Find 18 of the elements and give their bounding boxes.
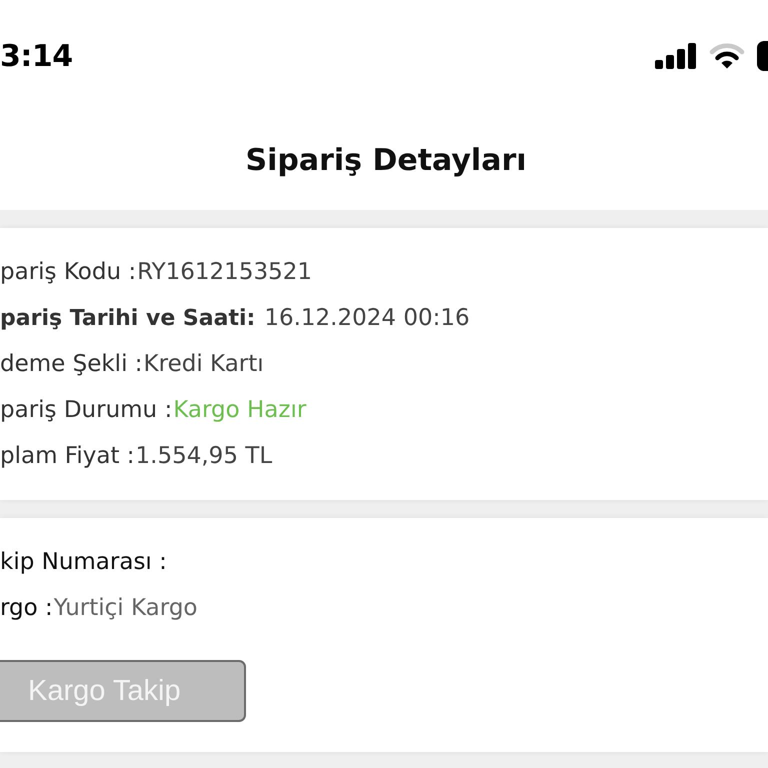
status-time: 3:14: [0, 38, 73, 74]
battery-icon: [757, 41, 768, 71]
wifi-icon: [709, 43, 745, 69]
field-label: plam Fiyat :: [0, 443, 135, 469]
field-label: rgo :: [0, 595, 53, 621]
field-label: deme Şekli :: [0, 351, 143, 377]
field-label: kip Numarası :: [0, 549, 167, 575]
field-value: Kredi Kartı: [144, 351, 264, 377]
field-value: RY1612153521: [137, 259, 312, 285]
field-value: 16.12.2024 00:16: [264, 305, 470, 331]
status-value: Kargo Hazır: [173, 397, 306, 423]
signal-icon: [655, 43, 697, 69]
field-value: Yurtiçi Kargo: [54, 595, 198, 621]
page-title: Sipariş Detayları: [245, 142, 527, 178]
field-value: 1.554,95 TL: [136, 443, 272, 469]
field-label: pariş Tarihi ve Saati:: [0, 306, 256, 330]
field-label: pariş Kodu :: [0, 259, 136, 285]
field-label: pariş Durumu :: [0, 397, 172, 423]
